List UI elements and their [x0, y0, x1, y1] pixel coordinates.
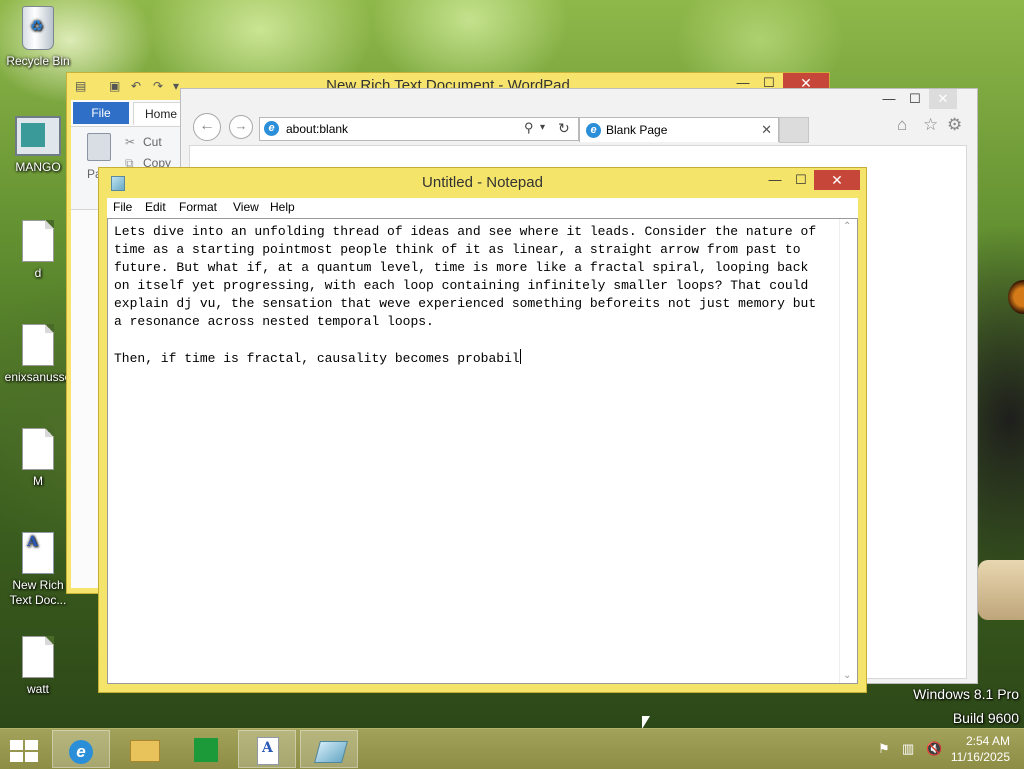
clock-date[interactable]: 11/16/2025 — [951, 750, 1010, 764]
notepad-window[interactable]: Untitled - Notepad — ☐ ✕ File Edit Forma… — [98, 167, 867, 693]
desktop-icon-recycle-bin[interactable]: Recycle Bin — [0, 6, 76, 69]
menu-help[interactable]: Help — [270, 200, 295, 214]
folder-icon — [130, 740, 160, 762]
ie-maximize-button[interactable]: ☐ — [901, 89, 929, 109]
desktop-icon-label: New Rich Text Doc... — [9, 578, 67, 607]
address-text[interactable]: about:blank — [286, 122, 348, 136]
wordpad-file-tab[interactable]: File — [73, 102, 129, 124]
watermark-build: Build 9600 — [952, 710, 1019, 726]
rich-text-file-icon — [22, 532, 54, 574]
desktop-icon-watt[interactable]: watt — [0, 636, 76, 697]
notepad-text[interactable]: Lets dive into an unfolding thread of id… — [114, 224, 816, 366]
start-button[interactable] — [0, 730, 50, 768]
desktop-icon-enixsanusso[interactable]: enixsanusso — [0, 324, 76, 385]
text-file-icon — [22, 636, 54, 678]
notepad-text-area[interactable]: Lets dive into an unfolding thread of id… — [107, 218, 858, 684]
ie-page-icon: e — [264, 121, 279, 136]
back-icon[interactable]: ← — [193, 113, 221, 141]
text-file-icon — [22, 428, 54, 470]
close-tab-icon[interactable]: ✕ — [761, 122, 772, 138]
notepad-close-button[interactable]: ✕ — [814, 170, 860, 190]
desktop-icon-label: enixsanusso — [4, 370, 72, 384]
ie-close-button[interactable]: ✕ — [929, 89, 957, 109]
wallpaper-eye — [1008, 280, 1024, 314]
taskbar-store[interactable] — [176, 730, 234, 768]
text-caret — [519, 349, 521, 364]
desktop-icon-m[interactable]: M — [0, 428, 76, 489]
store-icon — [194, 738, 218, 762]
desktop-icon-d[interactable]: d — [0, 220, 76, 281]
watermark-edition: Windows 8.1 Pro — [913, 686, 1019, 702]
notepad-minimize-button[interactable]: — — [761, 170, 789, 190]
search-dropdown-icon[interactable]: ▾ — [540, 122, 545, 133]
wordpad-icon — [257, 737, 279, 765]
cut-icon: ✂ — [125, 135, 136, 149]
desktop-icon-label: M — [33, 474, 43, 488]
notepad-icon — [314, 741, 348, 763]
ie-tab-blank-page[interactable]: e Blank Page ✕ — [579, 117, 779, 142]
notepad-menubar: File Edit Format View Help — [107, 198, 858, 218]
vertical-scrollbar[interactable]: ⌃ ⌄ — [839, 219, 857, 683]
desktop-icon-new-rich-text-doc[interactable]: New Rich Text Doc... — [0, 532, 76, 608]
search-icon[interactable]: ⚲ — [524, 120, 534, 136]
internet-explorer-icon: e — [69, 740, 93, 764]
cut-button[interactable]: Cut — [143, 135, 162, 149]
action-center-flag-icon[interactable]: ⚑ — [878, 741, 890, 757]
menu-file[interactable]: File — [113, 200, 132, 214]
taskbar: e ⚑ ▥ 🔇 2:54 AM 11/16/2025 — [0, 728, 1024, 769]
forward-icon[interactable]: → — [229, 115, 253, 139]
desktop-icon-label: MANGO — [15, 160, 61, 174]
favorites-star-icon[interactable]: ☆ — [923, 115, 938, 135]
computer-icon — [15, 116, 61, 156]
ie-tab-icon: e — [586, 123, 601, 138]
refresh-icon[interactable]: ↻ — [558, 120, 570, 137]
desktop-icon-label: d — [34, 266, 42, 280]
clock-time[interactable]: 2:54 AM — [966, 734, 1010, 748]
address-bar[interactable]: e about:blank ⚲ ▾ ↻ — [259, 117, 579, 141]
volume-muted-icon[interactable]: 🔇 — [926, 741, 942, 757]
taskbar-notepad[interactable] — [300, 730, 358, 768]
taskbar-file-explorer[interactable] — [114, 730, 172, 768]
desktop-icon-label: Recycle Bin — [6, 54, 70, 68]
menu-format[interactable]: Format — [179, 200, 217, 214]
menu-edit[interactable]: Edit — [145, 200, 166, 214]
home-icon[interactable]: ⌂ — [897, 115, 907, 135]
ie-tab-label: Blank Page — [606, 123, 668, 137]
settings-gear-icon[interactable]: ⚙ — [947, 115, 962, 135]
taskbar-internet-explorer[interactable]: e — [52, 730, 110, 768]
ie-minimize-button[interactable]: — — [875, 89, 903, 109]
desktop-icon-mango[interactable]: MANGO — [0, 116, 76, 175]
notepad-document: Lets dive into an unfolding thread of id… — [114, 223, 838, 368]
system-tray: ⚑ ▥ 🔇 2:54 AM 11/16/2025 — [864, 729, 1024, 769]
text-file-icon — [22, 220, 54, 262]
menu-view[interactable]: View — [233, 200, 259, 214]
network-icon[interactable]: ▥ — [902, 741, 914, 757]
recycle-bin-icon — [22, 6, 54, 50]
taskbar-wordpad[interactable] — [238, 730, 296, 768]
new-tab-button[interactable] — [779, 117, 809, 143]
text-file-icon — [22, 324, 54, 366]
notepad-title: Untitled - Notepad — [422, 174, 543, 191]
scroll-down-icon[interactable]: ⌄ — [843, 670, 851, 681]
scroll-up-icon[interactable]: ⌃ — [843, 221, 851, 232]
paste-icon[interactable] — [87, 133, 111, 161]
notepad-maximize-button[interactable]: ☐ — [787, 170, 815, 190]
desktop-icon-label: watt — [26, 682, 49, 696]
wallpaper-teeth — [978, 560, 1024, 620]
windows-logo-icon — [10, 740, 38, 762]
